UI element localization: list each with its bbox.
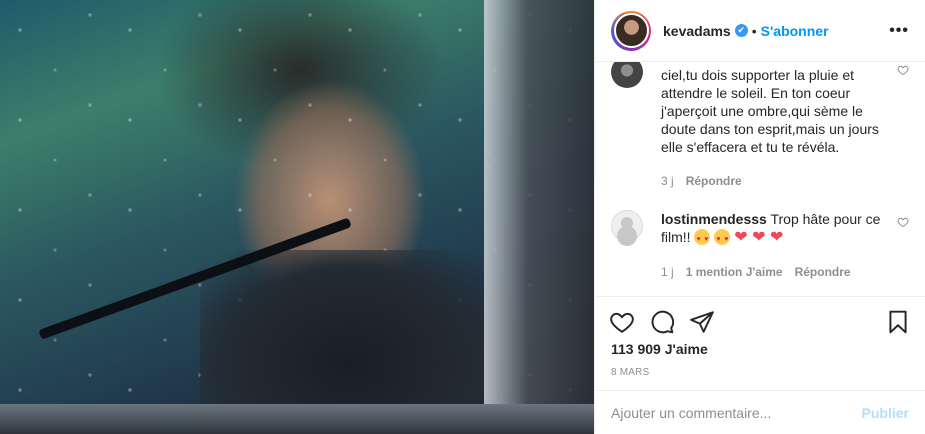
- more-options-icon[interactable]: •••: [889, 22, 909, 40]
- add-comment-bar: Ajouter un commentaire... Publier: [595, 390, 925, 434]
- post-photo[interactable]: [0, 0, 594, 434]
- comment-text: ciel,tu dois supporter la pluie et atten…: [661, 67, 879, 155]
- comment-meta: 1 j 1 mention J'aime Répondre: [661, 263, 896, 281]
- comment-likes-count[interactable]: 1 mention J'aime: [686, 263, 783, 281]
- comment-item: lostinmendesss Trop hâte pour ce film!! …: [611, 210, 909, 281]
- publish-button[interactable]: Publier: [862, 405, 909, 421]
- post-actions: [595, 296, 925, 346]
- commenter-avatar[interactable]: [611, 210, 643, 242]
- comment-like-icon[interactable]: [897, 64, 909, 79]
- comment-like-icon[interactable]: [897, 216, 909, 231]
- comment-text-line: lostinmendesss Trop hâte pour ce film!! …: [661, 210, 896, 249]
- like-heart-icon[interactable]: [609, 309, 635, 335]
- red-heart-emoji-icon: ❤ ❤ ❤: [734, 229, 784, 246]
- verified-badge-icon: ✔: [734, 24, 748, 37]
- likes-count[interactable]: 113 909 J'aime: [611, 341, 708, 357]
- comment-time[interactable]: 3 j: [661, 172, 674, 190]
- comments-list[interactable]: ciel,tu dois supporter la pluie et atten…: [595, 62, 925, 294]
- comment-item: ciel,tu dois supporter la pluie et atten…: [611, 62, 909, 190]
- post-header: kevadams ✔ • S'abonner •••: [595, 0, 925, 62]
- commenter-avatar[interactable]: [611, 62, 643, 88]
- author-avatar[interactable]: [611, 10, 651, 51]
- comment-input[interactable]: Ajouter un commentaire...: [611, 405, 771, 421]
- comment-bubble-icon[interactable]: [649, 309, 675, 335]
- heart-eyes-emoji-icon: [714, 229, 731, 249]
- reply-button[interactable]: Répondre: [795, 263, 851, 281]
- header-separator: •: [751, 22, 757, 39]
- heart-eyes-emoji-icon: [694, 229, 711, 249]
- comment-meta: 3 j Répondre: [661, 172, 896, 190]
- author-username[interactable]: kevadams: [663, 23, 731, 39]
- photo-car-frame: [484, 0, 594, 434]
- bookmark-icon[interactable]: [885, 309, 911, 335]
- reply-button[interactable]: Répondre: [686, 172, 742, 190]
- comment-time[interactable]: 1 j: [661, 263, 674, 281]
- share-paper-plane-icon[interactable]: [689, 309, 715, 335]
- follow-button[interactable]: S'abonner: [761, 23, 829, 39]
- comment-body: lostinmendesss Trop hâte pour ce film!! …: [661, 210, 896, 281]
- post-date[interactable]: 8 MARS: [611, 367, 649, 378]
- commenter-username[interactable]: lostinmendesss: [661, 211, 767, 227]
- post-side-panel: kevadams ✔ • S'abonner ••• ciel,tu dois …: [594, 0, 925, 434]
- photo-window-rail: [0, 404, 594, 434]
- comment-body: ciel,tu dois supporter la pluie et atten…: [661, 66, 896, 190]
- author-avatar-image: [613, 13, 649, 48]
